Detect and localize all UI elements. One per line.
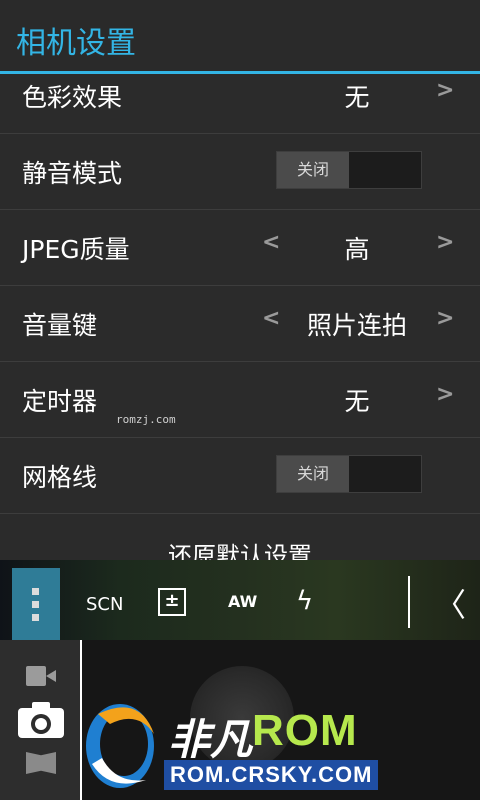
setting-label: 网格线 (22, 463, 98, 492)
setting-row-silent-mode[interactable]: 静音模式 关闭 (0, 134, 480, 210)
watermark-logo: 非凡 ROM ROM.CRSKY.COM (80, 690, 420, 798)
toolbar-divider (408, 576, 410, 628)
next-arrow-icon[interactable]: > (436, 382, 454, 407)
setting-value: 无 (344, 83, 370, 112)
video-mode-icon[interactable] (26, 666, 56, 686)
overflow-menu-button[interactable] (12, 568, 60, 640)
setting-label: 音量键 (22, 311, 98, 340)
title-bar: 相机设置 (0, 0, 480, 74)
white-balance-icon[interactable]: AW (228, 592, 257, 611)
panorama-mode-icon[interactable] (26, 752, 56, 774)
camera-toolbar: SCN ± AW ϟ 〈 (0, 560, 480, 640)
setting-row-color-effect[interactable]: 色彩效果 无 > (0, 74, 480, 134)
toggle-off-label: 关闭 (277, 152, 349, 188)
reset-defaults-row[interactable]: 还原默认设置 (0, 514, 480, 560)
logo-brand-rom: ROM (252, 706, 358, 755)
grid-lines-toggle[interactable]: 关闭 (276, 455, 422, 493)
setting-label: 色彩效果 (22, 83, 123, 112)
logo-swirl-icon (86, 704, 154, 788)
flash-auto-icon[interactable]: ϟ (296, 586, 313, 616)
collapse-toolbar-icon[interactable]: 〈 (434, 580, 466, 626)
setting-value: 高 (344, 235, 370, 264)
next-arrow-icon[interactable]: > (436, 78, 454, 103)
silent-mode-toggle[interactable]: 关闭 (276, 151, 422, 189)
prev-arrow-icon[interactable]: < (262, 230, 280, 255)
exposure-icon[interactable]: ± (158, 588, 186, 616)
setting-label: 定时器 (22, 387, 98, 416)
camera-mode-icon[interactable] (18, 700, 64, 738)
more-vert-icon (32, 588, 40, 627)
setting-row-grid-lines[interactable]: 网格线 关闭 (0, 438, 480, 514)
logo-url: ROM.CRSKY.COM (164, 760, 379, 790)
setting-value: 无 (344, 387, 370, 416)
setting-row-jpeg-quality[interactable]: JPEG质量 < 高 > (0, 210, 480, 286)
prev-arrow-icon[interactable]: < (262, 306, 280, 331)
toggle-off-label: 关闭 (277, 456, 349, 492)
setting-row-volume-key[interactable]: 音量键 < 照片连拍 > (0, 286, 480, 362)
next-arrow-icon[interactable]: > (436, 306, 454, 331)
settings-list[interactable]: 色彩效果 无 > 静音模式 关闭 JPEG质量 < 高 > 音量键 < 照片连拍… (0, 74, 480, 560)
logo-brand-cn: 非凡 (168, 715, 253, 764)
setting-row-timer[interactable]: 定时器 无 > (0, 362, 480, 438)
scene-mode-button[interactable]: SCN (86, 594, 123, 615)
watermark-text: romzj.com (116, 413, 176, 426)
setting-label: JPEG质量 (22, 235, 130, 264)
setting-value: 照片连拍 (306, 311, 407, 340)
mode-switcher (0, 640, 82, 800)
page-title: 相机设置 (16, 26, 136, 61)
next-arrow-icon[interactable]: > (436, 230, 454, 255)
setting-label: 静音模式 (22, 159, 123, 188)
reset-defaults-button[interactable]: 还原默认设置 (0, 536, 480, 560)
